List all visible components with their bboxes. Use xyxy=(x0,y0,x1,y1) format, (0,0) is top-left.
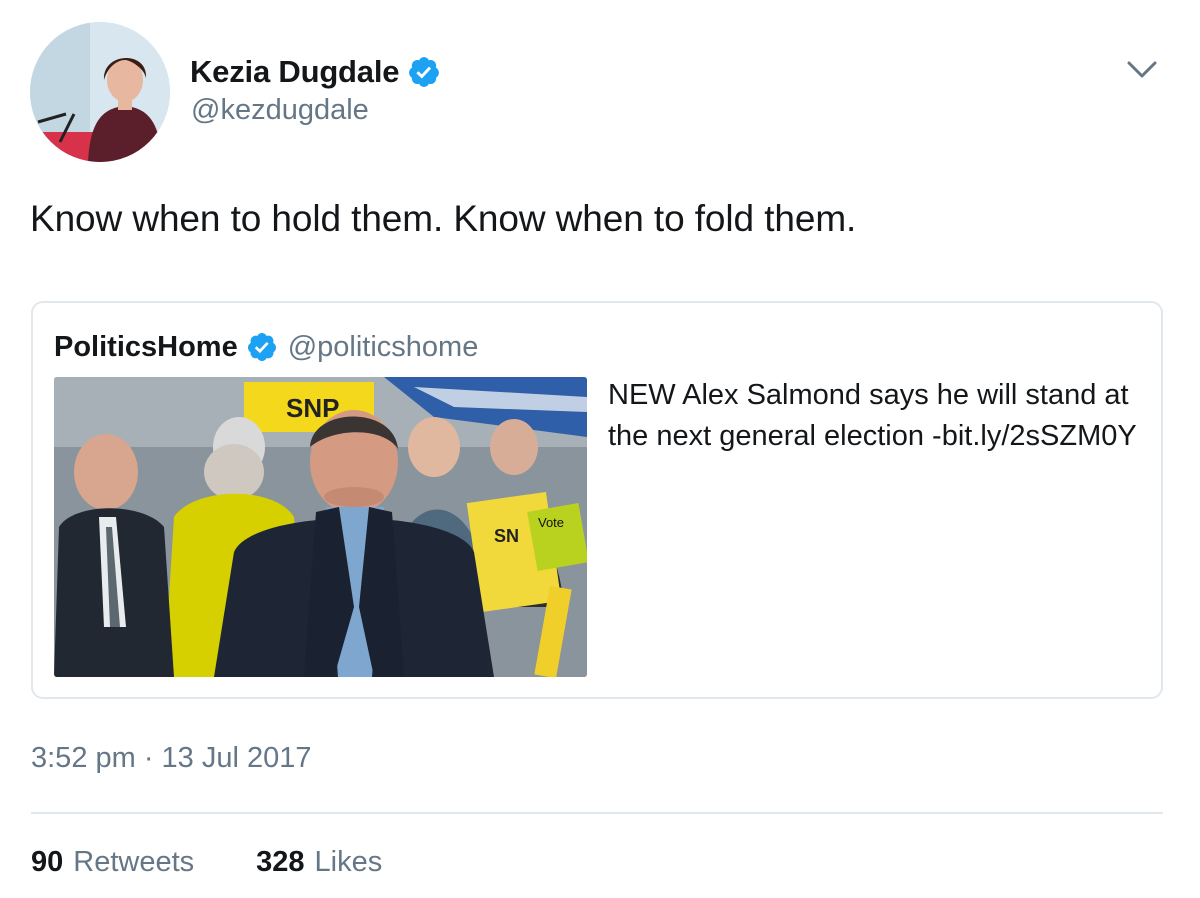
sign-text: SN xyxy=(494,526,519,546)
avatar-photo xyxy=(30,22,170,162)
divider xyxy=(31,812,1163,814)
likes-label: Likes xyxy=(314,846,383,878)
author-name-row[interactable]: Kezia Dugdale xyxy=(190,52,441,92)
tweet-text: Know when to hold them. Know when to fol… xyxy=(30,198,857,239)
tweet-timestamp[interactable]: 3:52 pm · 13 Jul 2017 xyxy=(31,742,312,775)
quoted-tweet-image[interactable]: SNP SN Vote xyxy=(54,377,587,677)
verified-badge-icon xyxy=(409,57,440,87)
verified-badge-icon xyxy=(247,333,276,361)
retweets-label: Retweets xyxy=(73,846,195,878)
quoted-tweet-card[interactable]: PoliticsHome @politicshome SNP SN Vote N… xyxy=(31,301,1163,699)
avatar[interactable] xyxy=(30,22,170,162)
sign-text: Vote xyxy=(538,515,564,530)
retweets-stat[interactable]: 90 Retweets xyxy=(31,846,194,879)
quoted-tweet-text: NEW Alex Salmond says he will stand at t… xyxy=(608,379,1137,452)
retweets-count: 90 xyxy=(31,846,64,878)
quoted-display-name: PoliticsHome xyxy=(54,330,238,363)
chevron-down-icon[interactable] xyxy=(1124,54,1160,84)
quoted-handle: @politicshome xyxy=(287,330,479,363)
engagement-stats: 90 Retweets 328 Likes xyxy=(31,846,382,879)
author-handle[interactable]: @kezdugdale xyxy=(191,94,369,127)
likes-stat[interactable]: 328 Likes xyxy=(256,846,382,879)
likes-count: 328 xyxy=(256,846,305,878)
author-display-name[interactable]: Kezia Dugdale xyxy=(190,54,399,90)
news-photo: SNP SN Vote xyxy=(54,377,587,677)
quoted-tweet-header: PoliticsHome @politicshome xyxy=(54,329,478,365)
